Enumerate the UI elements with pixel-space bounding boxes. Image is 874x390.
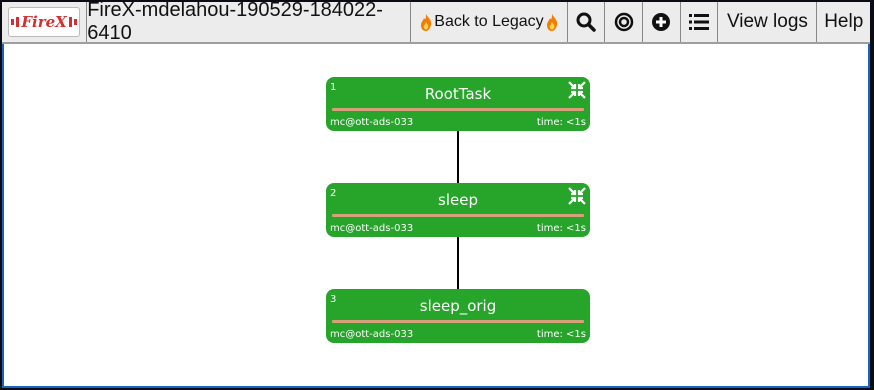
task-node-sleep[interactable]: 2 sleep mc@ott-ads-033 time: <1s <box>326 183 590 237</box>
task-node-divider <box>332 108 584 111</box>
task-node-divider <box>332 320 584 323</box>
task-node-roottask[interactable]: 1 RootTask mc@ott-ads-033 time: <1s <box>326 77 590 131</box>
search-icon <box>576 12 596 32</box>
task-node-name: sleep_orig <box>419 297 497 315</box>
task-node-host: mc@ott-ads-033 <box>330 117 414 128</box>
back-to-legacy-label: Back to Legacy <box>434 13 544 30</box>
view-logs-button[interactable]: View logs <box>718 2 818 42</box>
task-node-time: time: <1s <box>536 329 586 340</box>
task-node-divider <box>332 214 584 217</box>
center-button[interactable] <box>605 2 644 42</box>
task-node-host: mc@ott-ads-033 <box>330 329 414 340</box>
list-view-button[interactable] <box>681 2 719 42</box>
task-node-sleep-orig[interactable]: 3 sleep_orig mc@ott-ads-033 time: <1s <box>326 289 590 343</box>
help-button[interactable]: Help <box>817 2 870 42</box>
logo-text: FireX <box>21 13 67 31</box>
expand-all-button[interactable] <box>643 2 681 42</box>
task-node-name: RootTask <box>424 85 492 103</box>
firex-logo[interactable]: FireX <box>2 2 88 42</box>
task-node-host: mc@ott-ads-033 <box>330 223 414 234</box>
top-bar: FireX FireX-mdelahou-190529-184022-6410 … <box>2 0 870 44</box>
run-title: FireX-mdelahou-190529-184022-6410 <box>87 0 412 44</box>
flame-icon <box>546 13 557 31</box>
search-button[interactable] <box>568 2 606 42</box>
list-icon <box>689 14 710 30</box>
task-node-time: time: <1s <box>536 223 586 234</box>
collapse-icon[interactable] <box>568 187 586 205</box>
collapse-icon[interactable] <box>568 81 586 99</box>
graph-edge <box>457 131 459 183</box>
flame-icon <box>421 13 432 31</box>
back-to-legacy-button[interactable]: Back to Legacy <box>411 2 568 42</box>
task-node-name: sleep <box>438 191 478 209</box>
graph-edge <box>457 237 459 289</box>
task-node-time: time: <1s <box>536 117 586 128</box>
target-icon <box>614 12 633 32</box>
plus-circle-icon <box>652 13 671 31</box>
